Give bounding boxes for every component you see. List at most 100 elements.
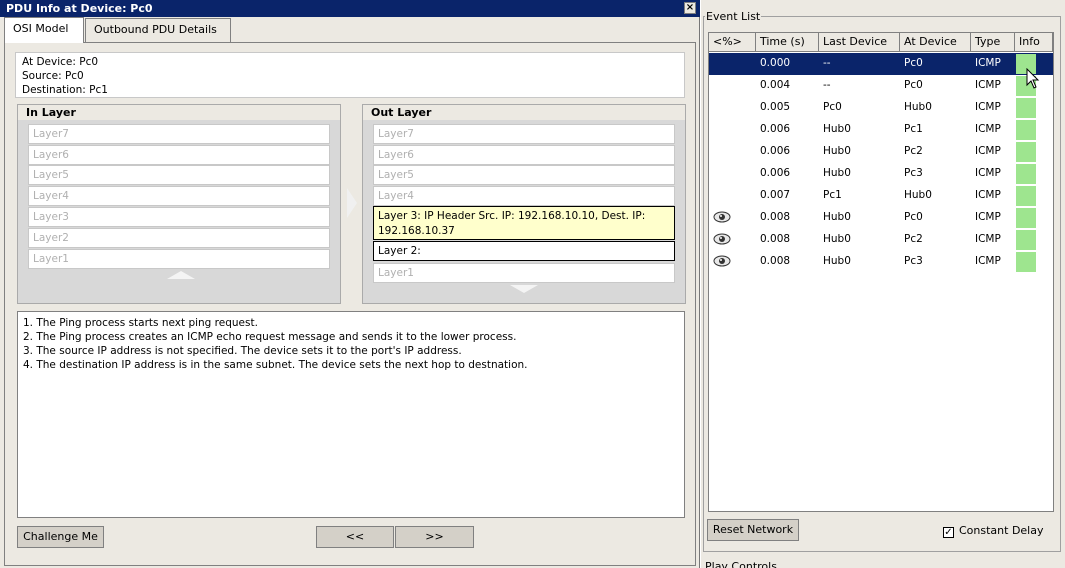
event-last-device: Hub0 xyxy=(823,145,851,157)
event-row[interactable]: 0.004 -- Pc0 ICMP xyxy=(709,75,1053,97)
out-layer-row-layer2[interactable]: Layer 2: xyxy=(373,241,675,261)
event-info-button[interactable] xyxy=(1016,230,1036,250)
out-layer-panel: Out Layer Layer7 Layer6 Layer5 Layer4 La… xyxy=(362,104,686,304)
event-time: 0.008 xyxy=(760,233,791,245)
event-table: <%> Time (s) Last Device At Device Type … xyxy=(708,32,1054,512)
event-type: ICMP xyxy=(975,57,1001,69)
eye-icon[interactable] xyxy=(713,233,731,245)
event-type: ICMP xyxy=(975,211,1001,223)
previous-layer-button[interactable]: << xyxy=(316,526,394,548)
play-controls-title: Play Controls xyxy=(705,560,777,568)
reset-network-button[interactable]: Reset Network xyxy=(707,519,799,541)
event-last-device: Hub0 xyxy=(823,123,851,135)
event-at-device: Hub0 xyxy=(904,101,932,113)
out-layer-row[interactable]: Layer4 xyxy=(373,186,675,206)
in-layer-row[interactable]: Layer2 xyxy=(28,228,330,248)
event-last-device: -- xyxy=(823,79,831,91)
column-header-last-device[interactable]: Last Device xyxy=(819,33,900,52)
event-row[interactable]: 0.006 Hub0 Pc1 ICMP xyxy=(709,119,1053,141)
event-info-button[interactable] xyxy=(1016,120,1036,140)
event-type: ICMP xyxy=(975,233,1001,245)
event-row[interactable]: 0.008 Hub0 Pc3 ICMP xyxy=(709,251,1053,273)
event-row[interactable]: 0.005 Pc0 Hub0 ICMP xyxy=(709,97,1053,119)
description-box: 1. The Ping process starts next ping req… xyxy=(17,311,685,518)
event-type: ICMP xyxy=(975,189,1001,201)
event-at-device: Pc0 xyxy=(904,79,923,91)
out-layer-row[interactable]: Layer7 xyxy=(373,124,675,144)
event-last-device: Pc0 xyxy=(823,101,842,113)
mouse-pointer-icon xyxy=(1026,68,1040,89)
event-info-button[interactable] xyxy=(1016,252,1036,272)
out-layer-row-layer3[interactable]: Layer 3: IP Header Src. IP: 192.168.10.1… xyxy=(373,206,675,240)
event-time: 0.006 xyxy=(760,167,791,179)
description-line: 4. The destination IP address is in the … xyxy=(23,359,528,371)
eye-icon[interactable] xyxy=(713,255,731,267)
column-header-type[interactable]: Type xyxy=(971,33,1015,52)
event-row[interactable]: 0.006 Hub0 Pc3 ICMP xyxy=(709,163,1053,185)
checkbox-check-icon[interactable]: ✓ xyxy=(943,527,954,538)
event-row[interactable]: 0.008 Hub0 Pc2 ICMP xyxy=(709,229,1053,251)
column-header-visibility[interactable]: <%> xyxy=(709,33,756,52)
event-type: ICMP xyxy=(975,123,1001,135)
event-at-device: Pc2 xyxy=(904,145,923,157)
down-arrow-icon xyxy=(510,285,538,293)
event-type: ICMP xyxy=(975,167,1001,179)
event-at-device: Pc0 xyxy=(904,57,923,69)
event-info-button[interactable] xyxy=(1016,98,1036,118)
event-info-button[interactable] xyxy=(1016,164,1036,184)
event-last-device: Hub0 xyxy=(823,255,851,267)
close-button[interactable]: × xyxy=(684,2,696,14)
window-titlebar: PDU Info at Device: Pc0 × xyxy=(0,0,700,17)
device-info-box: At Device: Pc0 Source: Pc0 Destination: … xyxy=(15,52,685,98)
event-info-button[interactable] xyxy=(1016,186,1036,206)
event-time: 0.006 xyxy=(760,123,791,135)
column-header-info[interactable]: Info xyxy=(1015,33,1053,52)
event-row[interactable]: 0.006 Hub0 Pc2 ICMP xyxy=(709,141,1053,163)
event-time: 0.007 xyxy=(760,189,791,201)
event-row[interactable]: 0.000 -- Pc0 ICMP xyxy=(709,53,1053,75)
in-layer-row[interactable]: Layer4 xyxy=(28,186,330,206)
column-header-time[interactable]: Time (s) xyxy=(756,33,819,52)
event-list-title: Event List xyxy=(705,10,762,23)
event-time: 0.000 xyxy=(760,57,791,69)
in-layer-row[interactable]: Layer5 xyxy=(28,165,330,185)
event-at-device: Pc1 xyxy=(904,123,923,135)
description-line: 1. The Ping process starts next ping req… xyxy=(23,317,258,329)
constant-delay-checkbox[interactable]: ✓ Constant Delay xyxy=(943,524,1044,538)
event-info-button[interactable] xyxy=(1016,208,1036,228)
event-time: 0.008 xyxy=(760,211,791,223)
constant-delay-label: Constant Delay xyxy=(959,524,1044,537)
in-layer-row[interactable]: Layer6 xyxy=(28,145,330,165)
out-layer-row[interactable]: Layer6 xyxy=(373,145,675,165)
out-layer-row[interactable]: Layer5 xyxy=(373,165,675,185)
pdu-info-window: PDU Info at Device: Pc0 × OSI Model Outb… xyxy=(0,0,700,568)
event-info-button[interactable] xyxy=(1016,142,1036,162)
in-layer-row[interactable]: Layer3 xyxy=(28,207,330,227)
next-layer-button[interactable]: >> xyxy=(395,526,474,548)
event-at-device: Hub0 xyxy=(904,189,932,201)
event-time: 0.006 xyxy=(760,145,791,157)
event-time: 0.005 xyxy=(760,101,791,113)
in-layer-panel: In Layer Layer7 Layer6 Layer5 Layer4 Lay… xyxy=(17,104,341,304)
event-last-device: Hub0 xyxy=(823,211,851,223)
event-row[interactable]: 0.007 Pc1 Hub0 ICMP xyxy=(709,185,1053,207)
in-layer-title: In Layer xyxy=(18,105,340,120)
event-time: 0.008 xyxy=(760,255,791,267)
event-list-panel: Event List <%> Time (s) Last Device At D… xyxy=(701,0,1065,568)
out-layer-row[interactable]: Layer1 xyxy=(373,263,675,283)
window-title: PDU Info at Device: Pc0 xyxy=(6,2,153,15)
event-row[interactable]: 0.008 Hub0 Pc0 ICMP xyxy=(709,207,1053,229)
event-at-device: Pc3 xyxy=(904,255,923,267)
tab-outbound-pdu-details[interactable]: Outbound PDU Details xyxy=(85,18,231,42)
in-layer-row[interactable]: Layer7 xyxy=(28,124,330,144)
challenge-me-button[interactable]: Challenge Me xyxy=(17,526,104,548)
description-line: 3. The source IP address is not specifie… xyxy=(23,345,462,357)
in-layer-row[interactable]: Layer1 xyxy=(28,249,330,269)
column-header-at-device[interactable]: At Device xyxy=(900,33,971,52)
tab-osi-model[interactable]: OSI Model xyxy=(4,17,84,43)
event-at-device: Pc3 xyxy=(904,167,923,179)
eye-icon[interactable] xyxy=(713,211,731,223)
destination-text: Destination: Pc1 xyxy=(22,84,108,96)
event-last-device: -- xyxy=(823,57,831,69)
event-last-device: Hub0 xyxy=(823,233,851,245)
